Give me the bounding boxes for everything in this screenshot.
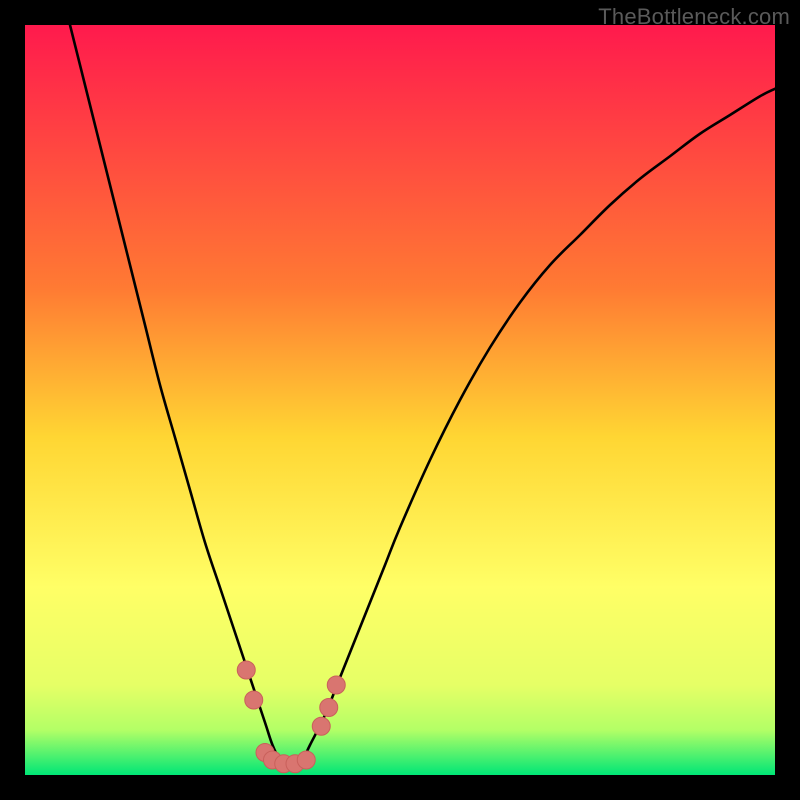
plot-area	[25, 25, 775, 775]
curve-marker	[237, 661, 255, 679]
chart-frame: TheBottleneck.com	[0, 0, 800, 800]
curve-marker	[297, 751, 315, 769]
gradient-background	[25, 25, 775, 775]
curve-marker	[320, 699, 338, 717]
curve-marker	[312, 717, 330, 735]
curve-marker	[327, 676, 345, 694]
curve-marker	[245, 691, 263, 709]
plot-svg	[25, 25, 775, 775]
